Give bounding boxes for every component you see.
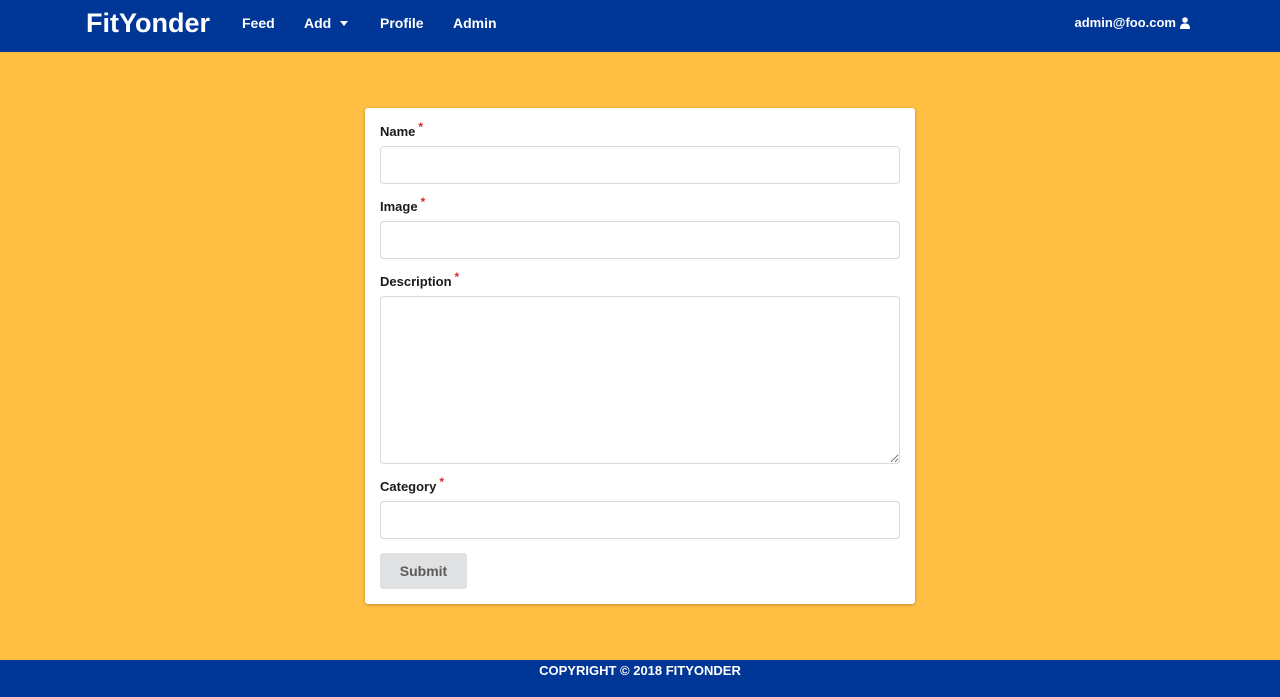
footer: COPYRIGHT © 2018 FITYONDER (0, 660, 1280, 697)
nav-item-add[interactable]: Add (304, 15, 349, 31)
name-label: Name * (380, 120, 423, 140)
top-navbar: FitYonder Feed Add Profile Admin admin@f… (0, 0, 1280, 52)
nav-item-profile[interactable]: Profile (380, 15, 424, 31)
nav-item-feed[interactable]: Feed (242, 15, 275, 31)
submit-button[interactable]: Submit (380, 553, 467, 589)
required-marker: * (420, 195, 426, 209)
name-label-text: Name (380, 124, 416, 139)
caret-down-icon (340, 20, 349, 26)
category-input[interactable] (380, 501, 900, 539)
category-label: Category * (380, 475, 444, 495)
name-input[interactable] (380, 146, 900, 184)
add-item-form: Name * Image * Description * Category * Subm… (365, 108, 915, 604)
user-menu[interactable]: admin@foo.com (1074, 15, 1190, 31)
required-marker: * (418, 120, 424, 134)
user-email: admin@foo.com (1074, 15, 1176, 30)
user-icon (1180, 17, 1190, 29)
nav-item-add-label: Add (304, 15, 332, 31)
required-marker: * (454, 270, 460, 284)
brand-logo[interactable]: FitYonder (86, 7, 210, 39)
category-label-text: Category (380, 479, 437, 494)
nav-item-admin[interactable]: Admin (453, 15, 497, 31)
description-textarea[interactable] (380, 296, 900, 464)
image-label-text: Image (380, 199, 418, 214)
description-label: Description * (380, 270, 459, 290)
description-label-text: Description (380, 274, 452, 289)
copyright-text: COPYRIGHT © 2018 FITYONDER (539, 663, 741, 678)
required-marker: * (439, 475, 445, 489)
image-label: Image * (380, 195, 425, 215)
image-input[interactable] (380, 221, 900, 259)
